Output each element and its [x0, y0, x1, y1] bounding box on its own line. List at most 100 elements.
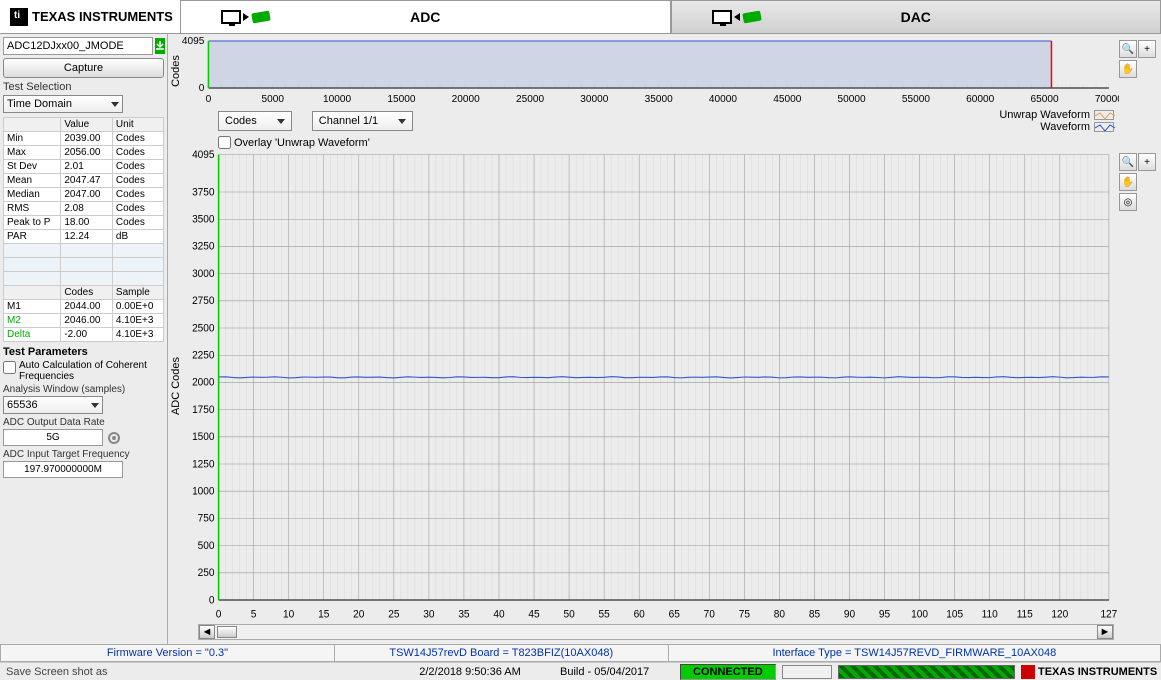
pan-icon[interactable]: ✋ [1119, 60, 1137, 78]
ti-logo: TEXAS INSTRUMENTS [0, 0, 180, 33]
svg-text:70000: 70000 [1095, 94, 1119, 105]
svg-text:5000: 5000 [262, 94, 285, 105]
scroll-left-button[interactable]: ◄ [199, 625, 215, 639]
horizontal-scrollbar[interactable]: ◄ ► [198, 624, 1114, 640]
ti-chip-icon [10, 8, 28, 26]
monitor-icon [221, 10, 241, 24]
input-freq-input[interactable] [3, 461, 123, 478]
capture-button[interactable]: Capture [3, 58, 164, 78]
stats-row: Min2039.00Codes [4, 132, 164, 146]
svg-text:1000: 1000 [192, 485, 215, 497]
svg-text:0: 0 [209, 594, 215, 606]
svg-text:75: 75 [739, 608, 750, 620]
svg-text:30: 30 [423, 608, 434, 620]
output-rate-label: ADC Output Data Rate [3, 417, 164, 428]
gear-icon[interactable] [106, 430, 122, 446]
tab-adc-label: ADC [410, 9, 440, 25]
svg-text:105: 105 [946, 608, 963, 620]
svg-text:85: 85 [809, 608, 820, 620]
stats-row: Mean2047.47Codes [4, 174, 164, 188]
svg-text:0: 0 [206, 94, 212, 105]
svg-text:1500: 1500 [192, 431, 215, 443]
svg-text:15000: 15000 [387, 94, 416, 105]
marker-row: Delta-2.004.10E+3 [4, 328, 164, 342]
left-panel: Capture Test Selection Time Domain Value… [0, 34, 168, 644]
stats-row: Max2056.00Codes [4, 146, 164, 160]
svg-text:50000: 50000 [838, 94, 867, 105]
monitor-icon [712, 10, 732, 24]
overview-chart[interactable]: Codes 0409505000100001500020000250003000… [168, 36, 1119, 106]
output-rate-input[interactable] [3, 429, 103, 446]
svg-text:10000: 10000 [323, 94, 352, 105]
chevron-down-icon [91, 403, 99, 408]
codes-select[interactable]: Codes [218, 111, 292, 131]
device-select[interactable] [3, 37, 153, 55]
main-chart[interactable]: ADC Codes 051015202530354045505560657075… [168, 149, 1119, 622]
svg-text:45: 45 [528, 608, 539, 620]
tab-dac[interactable]: DAC [671, 0, 1161, 33]
svg-text:0: 0 [216, 608, 222, 620]
save-screenshot-label[interactable]: Save Screen shot as [0, 666, 380, 678]
codes-select-value: Codes [225, 115, 257, 127]
svg-text:750: 750 [198, 512, 215, 524]
arrow-out-icon [734, 13, 740, 21]
col-codes: Codes [61, 286, 113, 300]
board-icon [742, 11, 761, 24]
marker-row: M12044.000.00E+0 [4, 300, 164, 314]
zoom-icon[interactable]: 🔍 [1119, 153, 1137, 171]
svg-text:60000: 60000 [966, 94, 995, 105]
svg-text:30000: 30000 [580, 94, 609, 105]
test-selection-dropdown[interactable]: Time Domain [3, 95, 123, 113]
channel-select[interactable]: Channel 1/1 [312, 111, 413, 131]
plus-icon[interactable]: + [1138, 153, 1156, 171]
cursor-icon[interactable]: ◎ [1119, 193, 1137, 211]
overlay-checkbox[interactable] [218, 136, 231, 149]
stats-row: PAR12.24dB [4, 230, 164, 244]
svg-text:2250: 2250 [192, 349, 215, 361]
svg-text:55: 55 [599, 608, 610, 620]
chevron-down-icon [111, 102, 119, 107]
overlay-label: Overlay 'Unwrap Waveform' [234, 137, 370, 149]
status-bar-2: Save Screen shot as 2/2/2018 9:50:36 AM … [0, 662, 1161, 680]
test-selection-label: Test Selection [3, 81, 164, 93]
progress-stripes [838, 665, 1015, 679]
channel-select-value: Channel 1/1 [319, 115, 378, 127]
tab-adc[interactable]: ADC [180, 0, 671, 33]
scroll-thumb[interactable] [217, 626, 237, 638]
pan-icon[interactable]: ✋ [1119, 173, 1137, 191]
stats-table: ValueUnit Min2039.00CodesMax2056.00Codes… [3, 117, 164, 342]
stats-row: St Dev2.01Codes [4, 160, 164, 174]
svg-text:95: 95 [879, 608, 890, 620]
svg-text:4095: 4095 [192, 149, 215, 161]
auto-calc-checkbox[interactable] [3, 361, 16, 374]
firmware-version: Firmware Version = "0.3" [1, 645, 335, 661]
scroll-right-button[interactable]: ► [1097, 625, 1113, 639]
svg-text:2000: 2000 [192, 376, 215, 388]
svg-text:1750: 1750 [192, 404, 215, 416]
svg-text:2750: 2750 [192, 295, 215, 307]
svg-text:10: 10 [283, 608, 294, 620]
board-info: TSW14J57revD Board = T823BFIZ(10AX048) [335, 645, 669, 661]
plus-icon[interactable]: + [1138, 40, 1156, 58]
ti-logo-text: TEXAS INSTRUMENTS [32, 9, 173, 24]
svg-text:500: 500 [198, 540, 215, 552]
test-params-title: Test Parameters [3, 346, 164, 358]
svg-text:35000: 35000 [645, 94, 674, 105]
analysis-window-dropdown[interactable]: 65536 [3, 396, 103, 414]
idle-indicator [782, 665, 832, 679]
connection-status: CONNECTED [680, 664, 776, 680]
svg-text:20: 20 [353, 608, 364, 620]
test-selection-value: Time Domain [7, 98, 72, 110]
status-bar-1: Firmware Version = "0.3" TSW14J57revD Bo… [0, 644, 1161, 662]
marker-row: M22046.004.10E+3 [4, 314, 164, 328]
svg-text:110: 110 [982, 608, 998, 620]
stats-row: RMS2.08Codes [4, 202, 164, 216]
legend-unwrap: Unwrap Waveform [999, 109, 1114, 121]
zoom-icon[interactable]: 🔍 [1119, 40, 1137, 58]
svg-text:3000: 3000 [192, 268, 215, 280]
download-button[interactable] [155, 38, 165, 54]
svg-text:25: 25 [388, 608, 399, 620]
svg-text:55000: 55000 [902, 94, 931, 105]
svg-text:4095: 4095 [182, 36, 205, 47]
svg-text:60: 60 [634, 608, 645, 620]
